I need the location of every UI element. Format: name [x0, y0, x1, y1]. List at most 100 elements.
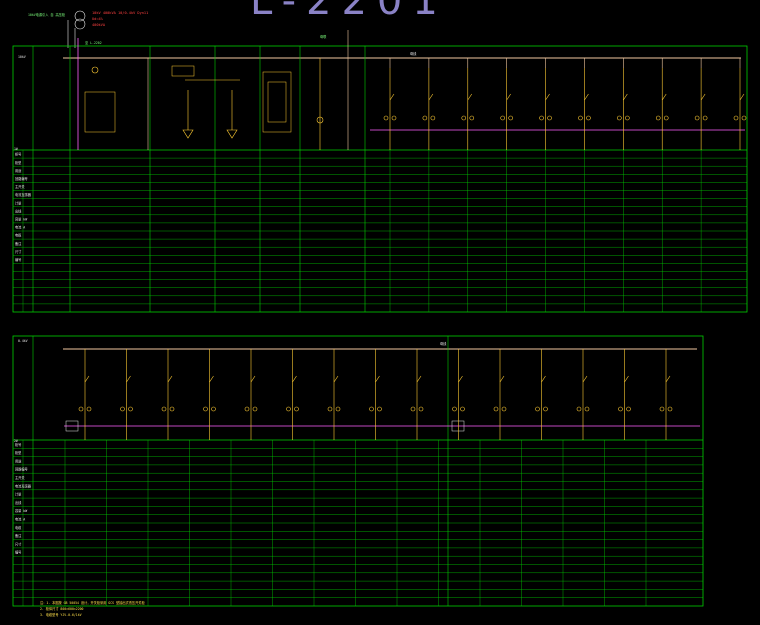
bottom-panel-row-label: 电流互感器	[15, 483, 32, 488]
bottom-feeder-ct	[377, 406, 382, 412]
top-panel-row-label: 容量 kW	[15, 216, 27, 221]
bottom-feeder-ct	[294, 406, 299, 412]
bottom-feeder-ct	[460, 406, 465, 412]
top-feeder-ct	[391, 115, 397, 121]
top-feeder-switch	[545, 93, 550, 101]
bottom-feeder-ct	[252, 406, 258, 412]
bottom-feeder-ct	[576, 406, 582, 412]
top-panel-row-label: 主开关	[15, 184, 25, 189]
bottom-feeder-switch	[416, 375, 422, 383]
top-panel-row-label: 柜号	[15, 152, 21, 157]
bottom-feeder-ct	[626, 406, 631, 412]
top-feeder-switch	[661, 93, 667, 101]
bottom-feeder-switch	[665, 375, 671, 383]
top-feeder-ct	[655, 115, 661, 121]
top-feeder-switch	[584, 93, 589, 101]
bottom-panel-row-label: 电流 A	[15, 517, 25, 522]
bus-label-bottom: 母线	[440, 341, 447, 346]
top-feeder-ct	[617, 115, 622, 121]
bottom-feeder-ct	[244, 406, 250, 412]
red-note-1: 10kV 400kVA 10/0.4kV Dyn11	[92, 11, 148, 15]
top-feeder-switch	[623, 93, 628, 101]
top-feeder-switch	[506, 93, 511, 101]
top-feeder-ct	[547, 115, 552, 121]
top-feeder-ct	[741, 115, 747, 121]
bottom-feeder-switch	[499, 375, 505, 383]
bottom-feeder-switch	[167, 375, 173, 383]
bottom-feeder-switch	[250, 375, 256, 383]
bottom-feeder-ct	[86, 406, 92, 412]
bottom-panel-row-label: 电缆	[15, 525, 22, 530]
bottom-panel-row-label: 用途	[15, 458, 22, 463]
bottom-panel-id: 2#	[14, 439, 18, 443]
top-panel-row-label: 出线	[15, 208, 22, 213]
bottom-feeder-ct	[211, 406, 216, 412]
bottom-feeder-switch	[126, 375, 131, 383]
top-panel-row-label: 备注	[15, 241, 22, 246]
top-panel-row-label: 电缆	[15, 233, 22, 238]
incoming-breaker-box	[84, 91, 116, 133]
top-feeder-ct	[508, 115, 513, 121]
top-feeder-ct	[733, 115, 739, 121]
top-panel-row-label: 编号	[15, 257, 21, 262]
bottom-panel-row-label: 计量	[15, 492, 22, 497]
bottom-feeder-ct	[659, 406, 665, 412]
bottom-feeder-ct	[535, 406, 540, 412]
bottom-feeder-switch	[458, 375, 463, 383]
top-panel-row-label: 电流互感器	[15, 192, 32, 197]
footer-note-3: 3. 电缆型号 YJV-0.6/1kV	[40, 612, 82, 617]
bottom-feeder-ct	[78, 406, 84, 412]
top-feeder-ct	[586, 115, 591, 121]
top-panel-row-label: 柜型	[15, 160, 22, 165]
meter-box	[171, 65, 195, 77]
red-note-2: Ud=4%	[92, 17, 104, 21]
bottom-feeder-ct	[410, 406, 416, 412]
top-panel-frame	[12, 45, 748, 313]
top-panel-row-label: 用途	[15, 168, 22, 173]
top-panel-row-label: 回路编号	[15, 176, 28, 181]
bottom-feeder-switch	[84, 375, 90, 383]
capacitor-inner	[267, 81, 287, 123]
bottom-feeder-ct	[120, 406, 125, 412]
bottom-feeder-ct	[161, 406, 167, 412]
bottom-feeder-switch	[582, 375, 588, 383]
bottom-feeder-ct	[327, 406, 333, 412]
arrester-icon	[226, 129, 238, 139]
top-feeder-ct	[383, 115, 389, 121]
bottom-feeder-switch	[209, 375, 214, 383]
bottom-feeder-ct	[501, 406, 507, 412]
bottom-panel-row-label: 回路编号	[15, 467, 28, 472]
arrester-icon	[182, 129, 194, 139]
bottom-panel-row-label: 容量 kW	[15, 508, 27, 513]
bottom-feeder-ct	[618, 406, 623, 412]
bottom-panel-row-label: 备注	[15, 533, 22, 538]
bottom-feeder-ct	[418, 406, 424, 412]
bottom-feeder-ct	[169, 406, 175, 412]
bottom-feeder-switch	[541, 375, 546, 383]
top-panel-id: 1#	[14, 147, 18, 151]
top-feeder-ct	[702, 115, 708, 121]
bottom-feeder-switch	[375, 375, 380, 383]
top-feeder-ct	[469, 115, 475, 121]
top-feeder-ct	[500, 115, 505, 121]
bottom-feeder-ct	[452, 406, 457, 412]
bottom-panel-row-label: 出线	[15, 500, 22, 505]
top-feeder-ct	[461, 115, 467, 121]
top-left-box-label: 10kV	[18, 55, 26, 59]
top-panel-row-label: 电流 A	[15, 225, 25, 230]
bottom-feeder-ct	[584, 406, 590, 412]
ct-symbol	[91, 66, 99, 74]
tie-label-1: 母联	[320, 34, 327, 39]
bus-label-top: 母线	[410, 51, 417, 56]
bottom-feeder-ct	[543, 406, 548, 412]
bottom-panel-row-label: 主开关	[15, 475, 25, 480]
red-note-3: 400kVA	[92, 23, 106, 27]
bottom-feeder-switch	[624, 375, 629, 383]
bottom-feeder-switch	[292, 375, 297, 383]
schematic-drawing: 柜号柜型用途回路编号主开关电流互感器计量出线容量 kW电流 A电缆备注尺寸编号1…	[12, 10, 748, 607]
top-feeder-switch	[467, 93, 473, 101]
top-feeder-ct	[625, 115, 630, 121]
bottom-feeder-ct	[286, 406, 291, 412]
bottom-panel-row-label: 柜型	[15, 450, 22, 455]
transformer-coil-1	[74, 10, 86, 22]
